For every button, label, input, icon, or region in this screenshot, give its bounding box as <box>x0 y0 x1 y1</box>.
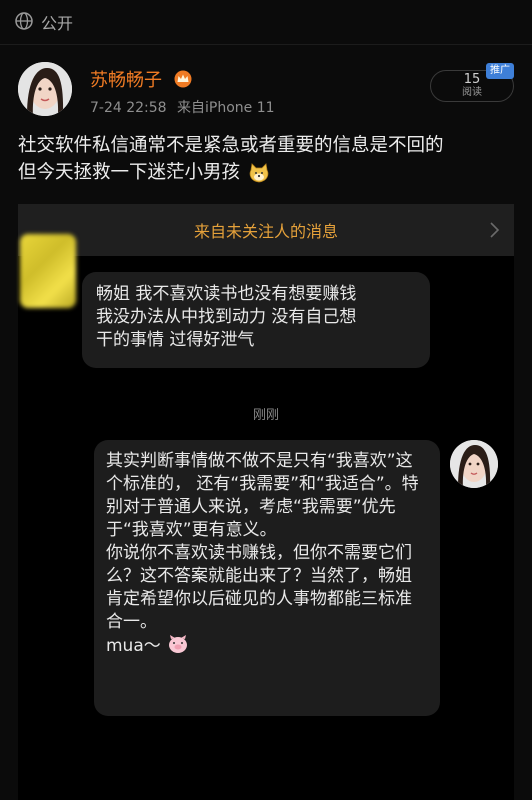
message-line: 我没办法从中找到动力 没有自己想 <box>96 307 357 327</box>
post-source: 来自iPhone 11 <box>177 100 275 116</box>
doge-emoji-icon <box>249 163 269 183</box>
reply-paragraph: 你说你不喜欢读书赚钱，但你不需要它们么？这不答案就能出来了？当然了，畅姐肯定希望… <box>106 543 412 632</box>
visibility-label[interactable]: 公开 <box>41 10 73 34</box>
chevron-right-icon <box>490 222 500 238</box>
embedded-chat-screenshot[interactable]: 来自未关注人的消息 畅姐 我不喜欢读书也没有想要赚钱 我没办法从中找到动力 没有… <box>18 204 514 800</box>
reply-paragraph: mua～ <box>106 636 161 656</box>
read-label: 阅读 <box>462 87 482 98</box>
post-meta: 7-24 22:58 来自iPhone 11 <box>90 97 275 117</box>
reply-paragraph: 其实判断事情做不做不是只有“我喜欢”这个标准的， 还有“我需要”和“我适合”。特… <box>106 451 419 540</box>
blurred-sender-avatar <box>20 234 76 308</box>
reply-avatar <box>450 440 498 488</box>
message-line: 干的事情 过得好泄气 <box>96 330 255 350</box>
globe-icon <box>15 12 33 30</box>
reply-message-bubble: 其实判断事情做不做不是只有“我喜欢”这个标准的， 还有“我需要”和“我适合”。特… <box>94 440 440 716</box>
top-bar: 公开 <box>0 0 532 42</box>
post-text-line: 社交软件私信通常不是紧急或者重要的信息是不回的 <box>18 135 444 156</box>
message-timestamp: 刚刚 <box>252 408 279 423</box>
divider <box>0 44 532 45</box>
post-text-line: 但今天拯救一下迷茫小男孩 <box>18 162 241 183</box>
incoming-message-bubble: 畅姐 我不喜欢读书也没有想要赚钱 我没办法从中找到动力 没有自己想 干的事情 过… <box>82 272 430 368</box>
crown-icon <box>174 70 192 88</box>
pig-emoji-icon <box>168 635 187 653</box>
author-avatar[interactable] <box>18 62 72 116</box>
author-name[interactable]: 苏畅畅子 <box>90 66 162 92</box>
non-follower-banner: 来自未关注人的消息 <box>18 204 514 256</box>
message-line: 畅姐 我不喜欢读书也没有想要赚钱 <box>96 284 357 304</box>
promo-badge[interactable]: 推广 <box>486 63 514 79</box>
post-date: 7-24 22:58 <box>90 100 167 116</box>
post-text: 社交软件私信通常不是紧急或者重要的信息是不回的 但今天拯救一下迷茫小男孩 <box>18 132 518 186</box>
banner-text: 来自未关注人的消息 <box>193 222 338 241</box>
